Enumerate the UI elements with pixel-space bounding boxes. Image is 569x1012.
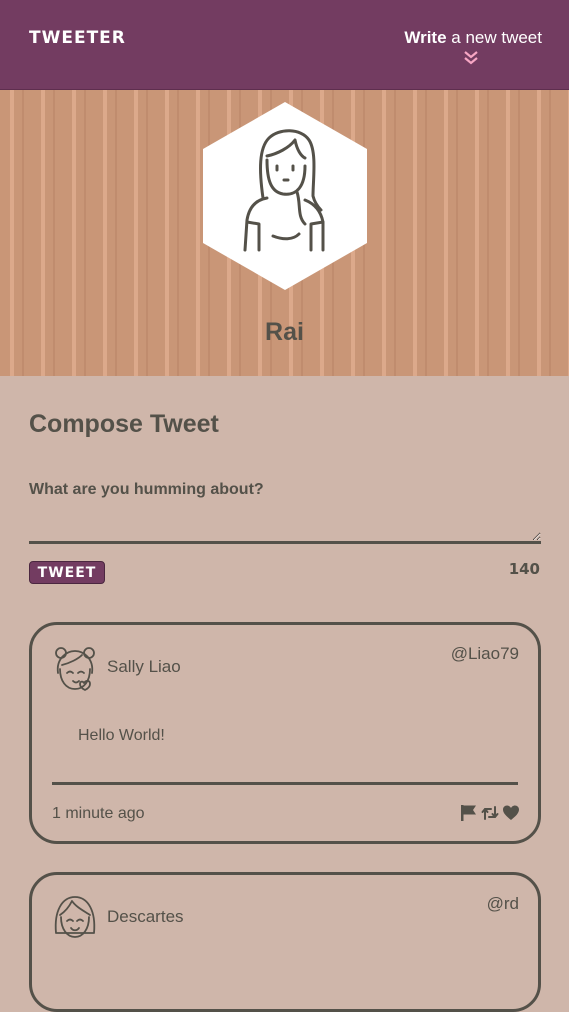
flag-icon[interactable] [460,804,478,822]
compose-textarea[interactable] [29,508,541,544]
girl-buns-avatar-icon [55,647,95,691]
tweet-card: Descartes @rd [29,872,541,1012]
char-counter: 140 [508,560,540,578]
tweet-card: Sally Liao @Liao79 Hello World! 1 minute… [29,622,541,844]
tweet-author-name: Sally Liao [107,657,181,676]
write-rest-label: a new tweet [446,28,542,47]
profile-header: Rai [0,90,569,376]
profile-name: Rai [265,318,304,346]
tweet-text: Hello World! [78,727,165,744]
compose-title: Compose Tweet [29,410,219,438]
brand-logo[interactable]: TWEETER [29,28,126,48]
retweet-icon[interactable] [481,804,499,822]
profile-avatar [203,102,367,290]
tweet-author-handle: @Liao79 [450,644,519,663]
write-bold-label: Write [404,28,447,47]
top-nav: TWEETER Write a new tweet [0,0,569,90]
girl-bob-avatar-icon [54,896,96,938]
compose-label: What are you humming about? [29,481,264,498]
write-new-tweet-link[interactable]: Write a new tweet [404,28,542,48]
tweet-author-name: Descartes [107,907,184,926]
tweet-author-handle: @rd [486,894,519,913]
tweet-actions [460,804,520,822]
double-chevron-down-icon[interactable] [463,50,479,66]
heart-icon[interactable] [502,804,520,822]
tweet-divider [52,782,518,785]
tweet-submit-button[interactable]: TWEET [29,561,105,584]
tweet-timestamp: 1 minute ago [52,805,145,822]
